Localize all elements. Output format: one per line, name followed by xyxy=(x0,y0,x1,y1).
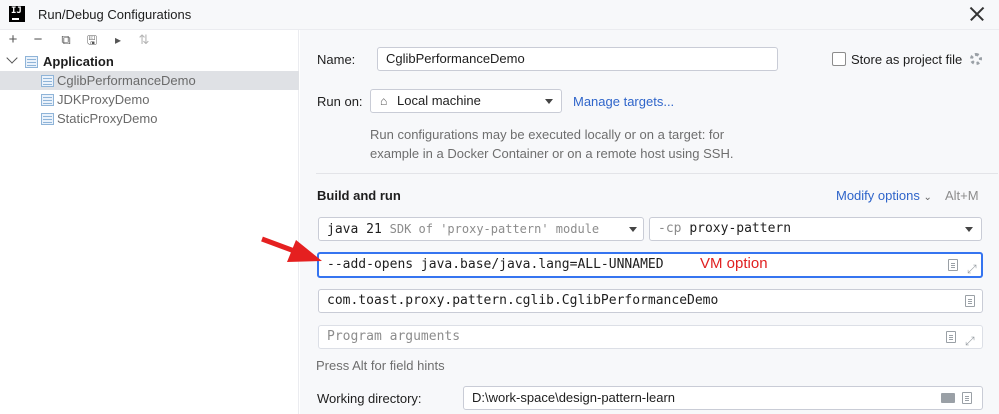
tree-toolbar: + − ⧉ 🖫 ▸ ⇅ xyxy=(0,30,299,52)
modify-options-shortcut: Alt+M xyxy=(945,188,979,203)
tree-group-application[interactable]: Application xyxy=(0,52,299,71)
expand-field-icon[interactable] xyxy=(946,331,956,343)
sort-configs-button[interactable]: ⇅ xyxy=(136,32,152,48)
gear-icon[interactable] xyxy=(970,53,982,65)
application-config-icon xyxy=(41,113,54,125)
expand-field-icon[interactable] xyxy=(962,392,972,404)
name-field[interactable]: CglibPerformanceDemo xyxy=(377,47,778,71)
intellij-logo-icon: IJ xyxy=(9,6,25,22)
folder-icon[interactable] xyxy=(941,393,955,403)
working-directory-label: Working directory: xyxy=(317,391,422,406)
chevron-down-icon xyxy=(965,227,973,232)
working-directory-field[interactable]: D:\work-space\design-pattern-learn xyxy=(463,386,983,410)
application-config-icon xyxy=(41,75,54,87)
chevron-down-icon[interactable] xyxy=(6,52,18,64)
vm-options-field[interactable]: --add-opens java.base/java.lang=ALL-UNNA… xyxy=(317,252,983,278)
program-arguments-placeholder: Program arguments xyxy=(327,329,461,344)
store-as-project-label: Store as project file xyxy=(851,52,963,67)
run-on-value: Local machine xyxy=(397,93,481,108)
chevron-down-icon xyxy=(545,99,553,104)
chevron-down-icon xyxy=(629,227,637,232)
main-class-value: com.toast.proxy.pattern.cglib.CglibPerfo… xyxy=(327,293,719,308)
working-directory-value: D:\work-space\design-pattern-learn xyxy=(472,390,676,405)
application-config-icon xyxy=(25,56,38,68)
config-tree-panel: + − ⧉ 🖫 ▸ ⇅ Application CglibPerformance… xyxy=(0,30,299,414)
tree-item-cglibperformancedemo[interactable]: CglibPerformanceDemo xyxy=(0,71,299,90)
add-config-button[interactable]: + xyxy=(5,32,21,48)
manage-targets-link[interactable]: Manage targets... xyxy=(573,94,674,109)
tree-group-label: Application xyxy=(43,54,114,69)
run-on-description-line2: example in a Docker Container or on a re… xyxy=(370,146,734,161)
title-bar: IJ Run/Debug Configurations xyxy=(0,0,999,30)
program-arguments-field[interactable]: Program arguments ⤢ xyxy=(318,325,983,349)
expand-field-icon[interactable] xyxy=(948,259,958,271)
jdk-version: java 21 xyxy=(327,222,382,237)
field-hint-text: Press Alt for field hints xyxy=(316,358,445,373)
jdk-dropdown[interactable]: java 21 SDK of 'proxy-pattern' module xyxy=(318,217,644,241)
home-icon: ⌂ xyxy=(380,94,388,108)
main-class-field[interactable]: com.toast.proxy.pattern.cglib.CglibPerfo… xyxy=(318,289,983,313)
classpath-flag: -cp xyxy=(658,221,682,236)
classpath-dropdown[interactable]: -cp proxy-pattern xyxy=(649,217,982,241)
save-config-button[interactable]: 🖫 xyxy=(84,32,100,48)
run-on-dropdown[interactable]: ⌂ Local machine xyxy=(370,89,562,113)
tree-item-jdkproxydemo[interactable]: JDKProxyDemo xyxy=(0,90,299,109)
close-icon[interactable] xyxy=(967,4,987,24)
store-as-project-checkbox[interactable] xyxy=(832,52,846,66)
fullscreen-icon[interactable]: ⤢ xyxy=(965,330,975,348)
divider xyxy=(316,173,998,174)
tree-item-label: StaticProxyDemo xyxy=(57,111,158,126)
window-title: Run/Debug Configurations xyxy=(38,7,192,22)
run-on-label: Run on: xyxy=(317,94,363,109)
application-config-icon xyxy=(41,94,54,106)
move-to-folder-button[interactable]: ▸ xyxy=(110,32,126,48)
copy-config-button[interactable]: ⧉ xyxy=(58,32,74,48)
chevron-down-icon: ⌄ xyxy=(923,192,932,203)
tree-item-staticproxydemo[interactable]: StaticProxyDemo xyxy=(0,109,299,128)
tree-item-label: CglibPerformanceDemo xyxy=(57,73,196,88)
modify-options-link[interactable]: Modify options ⌄ xyxy=(836,188,932,203)
jdk-description: SDK of 'proxy-pattern' module xyxy=(389,222,600,236)
modify-options-label: Modify options xyxy=(836,188,920,203)
tree-item-label: JDKProxyDemo xyxy=(57,92,150,107)
name-label: Name: xyxy=(317,52,356,67)
remove-config-button[interactable]: − xyxy=(30,32,46,48)
classpath-module: proxy-pattern xyxy=(689,221,792,236)
build-and-run-heading: Build and run xyxy=(317,188,401,203)
browse-class-icon[interactable] xyxy=(965,295,975,307)
vm-option-annotation: VM option xyxy=(700,255,768,272)
config-editor-panel: Name: CglibPerformanceDemo Store as proj… xyxy=(300,30,999,414)
fullscreen-icon[interactable]: ⤢ xyxy=(967,258,977,276)
vm-options-value: --add-opens java.base/java.lang=ALL-UNNA… xyxy=(327,257,664,272)
run-on-description-line1: Run configurations may be executed local… xyxy=(370,127,725,142)
